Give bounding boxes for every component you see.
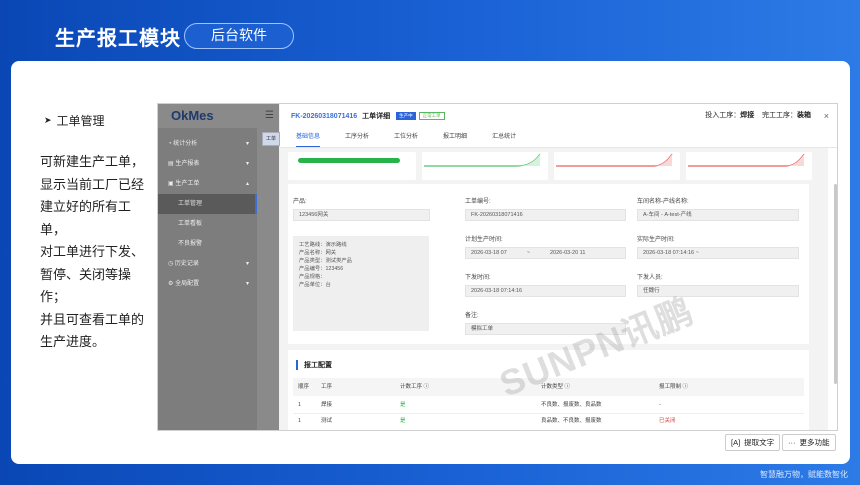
product-info-box: 工艺路线：演示路线 产品名称：网关 产品类型：测试类产品 产品编号：123456… — [293, 236, 429, 331]
sidebar-item-defect-alarm[interactable]: 不良报警 — [158, 234, 257, 254]
content-card: ➤ 工单管理 可新建生产工单， 显示当前工厂已经 建立好的所有工单， 对工单进行下… — [11, 61, 850, 464]
tab-station-analysis[interactable]: 工位分析 — [394, 128, 418, 147]
dialog-title: 工单详细 — [362, 113, 391, 120]
progress-bar — [298, 158, 400, 163]
trend-card — [686, 152, 812, 180]
table-cell: 已关闭 — [659, 418, 676, 424]
table-cell: 1 — [298, 418, 302, 424]
info-line: 产品名称：网关 — [299, 250, 337, 256]
progress-card — [288, 152, 416, 180]
gear-icon: ⚙ — [168, 281, 174, 287]
step-summary: 投入工序：焊接 完工工序：装箱 — [705, 112, 811, 119]
info-line: 工艺路线：演示路线 — [299, 242, 347, 248]
dialog-tabs: 基础信息 工序分析 工位分析 报工明细 汇总统计 — [280, 128, 837, 148]
sidebar-item-stats[interactable]: ◔ 统计分析 ▾ — [158, 134, 257, 154]
desc-line: 显示当前工厂已经 — [40, 176, 145, 192]
line-label: 车间名称-产线名称: — [637, 199, 689, 205]
column-header: 顺序 — [298, 384, 310, 390]
info-line: 产品单位：台 — [299, 282, 331, 288]
remark-label: 备注: — [465, 313, 479, 319]
column-header: 工序 — [321, 384, 333, 390]
scrollbar[interactable] — [834, 184, 837, 384]
product-label: 产品: — [293, 199, 307, 205]
sidebar-item-reports[interactable]: ▤ 生产报表 ▾ — [158, 154, 257, 174]
trend-card — [422, 152, 548, 180]
trend-sparkline-red — [688, 153, 805, 167]
info-line: 产品规格： — [299, 274, 326, 280]
plan-time-label: 计划生产时间: — [465, 237, 503, 243]
desc-line: 生产进度。 — [40, 334, 106, 349]
tab-summary[interactable]: 汇总统计 — [492, 128, 516, 147]
close-icon[interactable]: × — [824, 104, 829, 128]
category-pill: 后台软件 — [184, 23, 294, 49]
table-cell: 测试 — [321, 418, 333, 424]
issuer-label: 下发人员: — [637, 275, 663, 281]
dialog-header: FK-20260318071416 工单详细 生产中 正常工单 投入工序：焊接 … — [280, 104, 837, 128]
issue-time-field[interactable]: 2026-03-18 07:14:16 — [465, 285, 626, 297]
sidebar-item-orders[interactable]: ▣ 生产工单 ▴ — [158, 174, 257, 194]
chevron-down-icon: ▾ — [245, 161, 249, 167]
tab-report-detail[interactable]: 报工明细 — [443, 128, 467, 147]
clock-icon: ◷ — [168, 261, 174, 267]
order-icon: ▣ — [168, 181, 174, 187]
desc-line: 建立好的所有工单， — [40, 199, 132, 237]
sidebar-item-order-manage[interactable]: 工单管理 — [158, 194, 257, 214]
line-field[interactable]: A-车间 - A-test-产线 — [637, 209, 799, 221]
section-heading: ➤ 工单管理 — [44, 114, 105, 128]
product-field[interactable]: 123456网关 — [293, 209, 430, 221]
actual-time-label: 实际生产时间: — [637, 237, 675, 243]
column-header: 报工限制 ⓘ — [659, 384, 689, 390]
trend-sparkline-green — [424, 153, 541, 167]
desc-line: 对工单进行下发、 — [40, 244, 145, 259]
order-no-label: 工单编号: — [465, 199, 491, 205]
order-code: FK-20260318071416 — [291, 112, 358, 120]
extract-text-button[interactable]: [A] 提取文字 — [725, 434, 781, 451]
plan-time-field[interactable]: 2026-03-18 07 ~2026-03-20 11 — [465, 247, 626, 259]
chevron-up-icon: ▴ — [245, 181, 249, 187]
issue-time-label: 下发时间: — [465, 275, 491, 281]
trend-card — [554, 152, 680, 180]
order-no-field[interactable]: FK-20260318071416 — [465, 209, 626, 221]
tab-process-analysis[interactable]: 工序分析 — [345, 128, 369, 147]
sidebar-item-order-board[interactable]: 工单看板 — [158, 214, 257, 234]
background-tab[interactable]: 工单 — [262, 132, 280, 146]
column-header: 计数工序 ⓘ — [400, 384, 430, 390]
more-features-button[interactable]: ··· 更多功能 — [782, 434, 836, 451]
desc-line: 可新建生产工单， — [40, 154, 145, 169]
report-icon: ▤ — [168, 161, 174, 167]
text-scan-icon: [A] — [731, 438, 741, 447]
info-line: 产品类型：测试类产品 — [299, 258, 352, 264]
page-title: 生产报工模块 — [55, 28, 181, 50]
more-icon: ··· — [788, 438, 796, 447]
type-badge: 正常工单 — [418, 112, 445, 120]
desc-line: 暂停、关闭等操作； — [40, 266, 132, 305]
app-screenshot: OkMes ◔ 统计分析 ▾ ▤ 生产报表 ▾ ▣ 生产工单 ▴ 工单管理 工单看板 … — [157, 103, 838, 431]
config-title: 报工配置 — [296, 360, 332, 370]
section-description: 可新建生产工单， 显示当前工厂已经 建立好的所有工单， 对工单进行下发、 暂停、… — [40, 151, 154, 354]
desc-line: 并且可查看工单的 — [40, 311, 145, 327]
trend-sparkline-red — [556, 153, 673, 167]
app-logo: OkMes — [158, 104, 257, 128]
chart-icon: ◔ — [168, 141, 172, 147]
actual-time-field[interactable]: 2026-03-18 07:14:16 ~ — [637, 247, 799, 259]
footer-slogan: 智慧融万物，赋能数智化 — [760, 470, 848, 479]
tab-basic-info[interactable]: 基础信息 — [296, 128, 321, 147]
info-line: 产品编号：123456 — [299, 266, 344, 272]
triangle-bullet-icon: ➤ — [44, 115, 52, 125]
sidebar-item-global-config[interactable]: ⚙ 全局配置 ▾ — [158, 274, 257, 294]
chevron-down-icon: ▾ — [245, 281, 249, 287]
chevron-down-icon: ▾ — [245, 261, 249, 267]
table-cell: 良品数、不良数、报废数 — [541, 418, 602, 424]
menu-toggle-icon[interactable]: ☰ — [265, 110, 274, 121]
table-row[interactable]: 1 测试 是 良品数、不良数、报废数 已关闭 — [293, 414, 804, 430]
chevron-down-icon: ▾ — [245, 141, 249, 147]
background-overlay — [257, 104, 279, 430]
status-badge: 生产中 — [396, 112, 416, 120]
basic-info-panel: 产品: 123456网关 工艺路线：演示路线 产品名称：网关 产品类型：测试类产… — [288, 184, 809, 344]
table-cell: 是 — [400, 418, 406, 424]
sidebar-item-history[interactable]: ◷ 历史记录 ▾ — [158, 254, 257, 274]
sidebar: OkMes ◔ 统计分析 ▾ ▤ 生产报表 ▾ ▣ 生产工单 ▴ 工单管理 工单看板 … — [158, 104, 257, 430]
